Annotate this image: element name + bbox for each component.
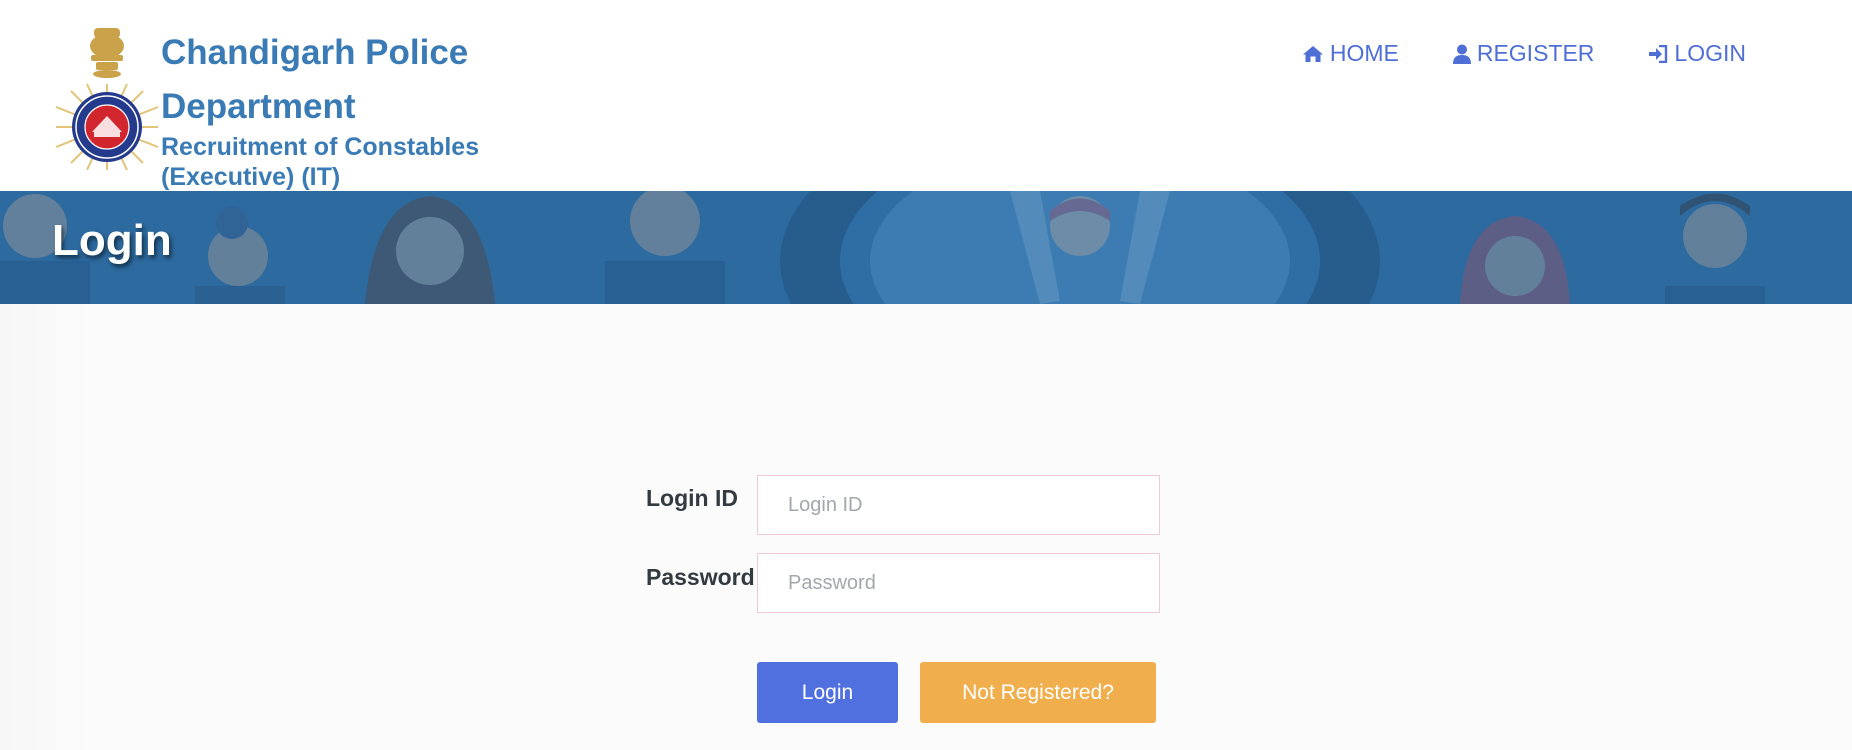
banner-illustration — [0, 191, 1765, 304]
home-icon — [1302, 45, 1323, 62]
nav-register-label: REGISTER — [1476, 40, 1595, 66]
not-registered-button[interactable]: Not Registered? — [920, 662, 1156, 723]
site-header: Chandigarh Police Department Recruitment… — [0, 0, 1852, 191]
top-nav: HOME REGISTER LOGIN — [1302, 40, 1746, 67]
user-icon — [1452, 44, 1471, 64]
nav-register-link[interactable]: REGISTER — [1452, 40, 1595, 67]
login-button[interactable]: Login — [757, 662, 898, 723]
site-subtitle: Recruitment of Constables (Executive) (I… — [161, 133, 480, 191]
nav-home-link[interactable]: HOME — [1302, 40, 1399, 67]
login-id-label: Login ID — [646, 485, 738, 511]
nav-login-label: LOGIN — [1674, 40, 1746, 66]
chandigarh-police-emblem-icon[interactable] — [54, 24, 160, 171]
password-input[interactable] — [757, 553, 1160, 613]
login-id-input[interactable] — [757, 475, 1160, 535]
page-title: Login — [52, 216, 172, 265]
nav-home-label: HOME — [1329, 40, 1399, 66]
password-label: Password — [646, 564, 755, 590]
sign-in-icon — [1649, 44, 1668, 63]
page-banner: Login — [0, 191, 1852, 304]
nav-login-link[interactable]: LOGIN — [1648, 40, 1746, 67]
site-title: Chandigarh Police Department — [161, 33, 469, 126]
